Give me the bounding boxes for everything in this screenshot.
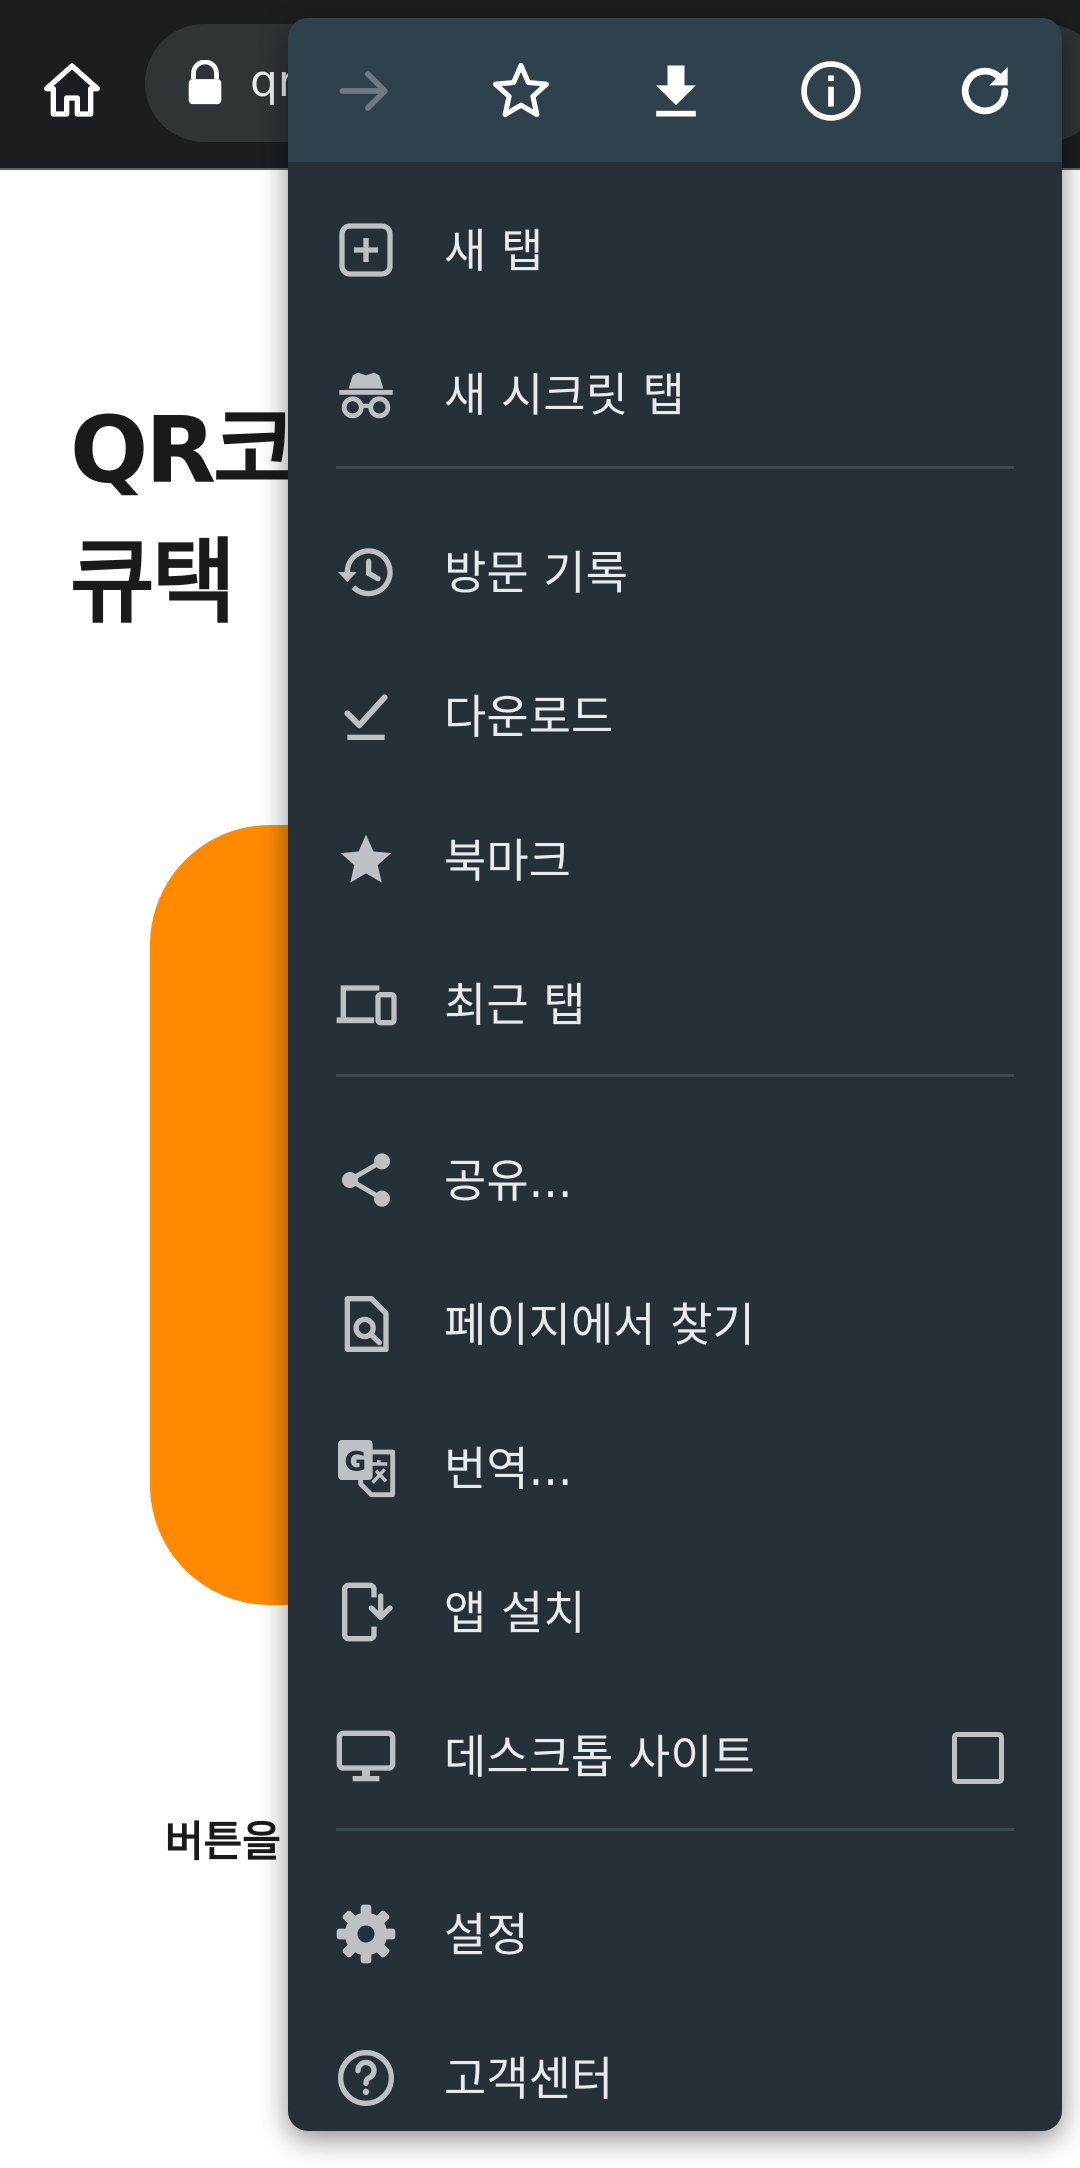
incognito-icon	[339, 372, 393, 419]
bookmarks-icon	[340, 834, 392, 883]
page-title-line-2: 큐택	[70, 529, 236, 636]
menu-item-label: 방문 기록	[444, 546, 628, 600]
page-title-line-1: QR코	[70, 397, 298, 504]
menu-item-translate[interactable]: G 번역...	[288, 1398, 1062, 1538]
help-icon	[338, 2050, 394, 2106]
menu-item-install-app[interactable]: 앱 설치	[288, 1542, 1062, 1682]
share-icon	[342, 1153, 390, 1207]
menu-item-recent-tabs[interactable]: 최근 탭	[288, 934, 1062, 1074]
page-instruction-text: 버튼을	[165, 1817, 281, 1866]
refresh-button[interactable]	[944, 50, 1026, 132]
menu-divider	[336, 466, 1014, 469]
menu-item-find-in-page[interactable]: 페이지에서 찾기	[288, 1254, 1062, 1394]
svg-text:G: G	[344, 1447, 366, 1478]
find-in-page-icon	[344, 1296, 389, 1352]
desktop-site-checkbox[interactable]	[952, 1732, 1004, 1784]
menu-item-desktop-site[interactable]: 데스크톱 사이트	[288, 1686, 1062, 1826]
menu-item-history[interactable]: 방문 기록	[288, 502, 1062, 642]
menu-item-label: 데스크톱 사이트	[444, 1730, 755, 1784]
menu-item-bookmarks[interactable]: 북마크	[288, 790, 1062, 930]
menu-item-label: 새 탭	[444, 224, 544, 278]
page-title: QR코 큐택	[70, 385, 298, 649]
menu-item-label: 번역...	[444, 1442, 573, 1496]
menu-item-new-incognito-tab[interactable]: 새 시크릿 탭	[288, 324, 1062, 464]
new-tab-icon	[339, 223, 393, 277]
menu-item-label: 페이지에서 찾기	[444, 1298, 755, 1352]
download-icon	[656, 65, 696, 117]
forward-button[interactable]	[324, 50, 406, 132]
recent-tabs-icon	[336, 985, 397, 1026]
menu-item-downloads[interactable]: 다운로드	[288, 646, 1062, 786]
translate-icon: G	[338, 1440, 396, 1498]
install-app-icon	[342, 1582, 393, 1642]
star-icon	[492, 62, 550, 118]
lock-icon	[188, 60, 222, 105]
menu-item-label: 설정	[444, 1908, 529, 1962]
menu-divider	[336, 1828, 1014, 1831]
home-button[interactable]	[32, 50, 112, 130]
refresh-icon	[961, 66, 1009, 115]
menu-item-label: 북마크	[444, 834, 571, 888]
menu-item-label: 최근 탭	[444, 978, 586, 1032]
desktop-icon	[336, 1730, 396, 1782]
settings-icon	[336, 1904, 396, 1964]
menu-toolbar	[288, 18, 1062, 162]
page-info-button[interactable]	[790, 50, 872, 132]
home-icon	[44, 63, 100, 117]
downloads-icon	[344, 694, 388, 740]
menu-item-label: 고객센터	[444, 2052, 614, 2106]
menu-item-help[interactable]: 고객센터	[288, 2008, 1062, 2131]
menu-item-label: 다운로드	[444, 690, 614, 744]
download-page-button[interactable]	[635, 50, 717, 132]
history-icon	[338, 548, 393, 597]
info-icon	[801, 61, 861, 121]
menu-item-settings[interactable]: 설정	[288, 1864, 1062, 2004]
menu-item-label: 새 시크릿 탭	[444, 368, 685, 422]
menu-divider	[336, 1074, 1014, 1077]
menu-item-label: 공유...	[444, 1154, 573, 1208]
menu-item-share[interactable]: 공유...	[288, 1110, 1062, 1250]
bookmark-star-button[interactable]	[480, 50, 562, 132]
menu-item-label: 앱 설치	[444, 1586, 586, 1640]
forward-icon	[339, 71, 388, 111]
overflow-menu: 새 탭 새 시크릿 탭 방문 기록 다운로드 북마크 최근 탭 공유... 페이…	[288, 18, 1062, 2131]
menu-item-new-tab[interactable]: 새 탭	[288, 180, 1062, 320]
